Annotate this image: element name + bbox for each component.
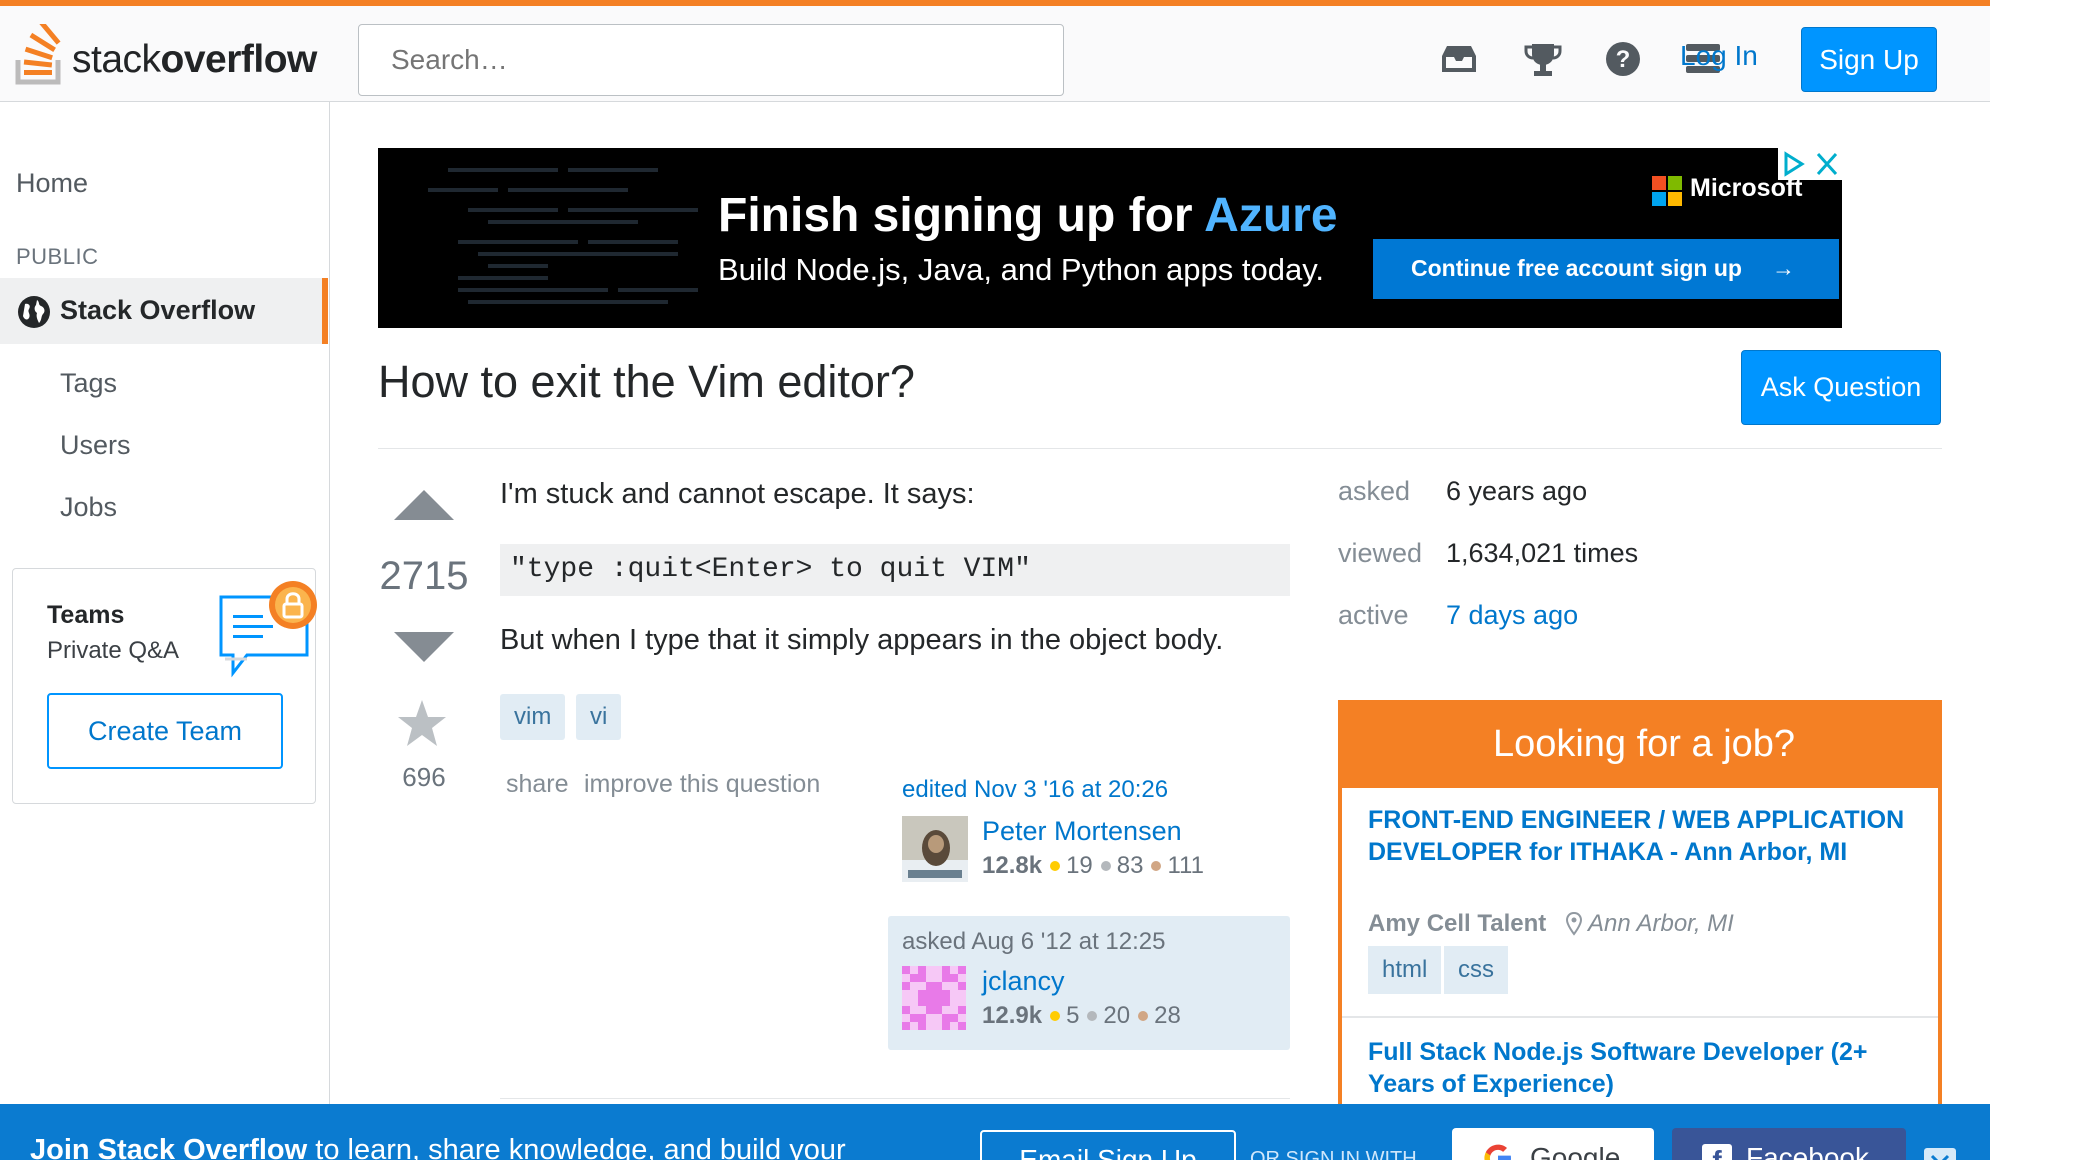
- facebook-signin-button[interactable]: f Facebook: [1672, 1128, 1906, 1160]
- downvote-arrow-icon[interactable]: [394, 632, 454, 664]
- search-input[interactable]: [358, 24, 1064, 96]
- asker-reputation: 12.9k 5 20 28: [982, 1002, 1181, 1029]
- avatar-jclancy[interactable]: [902, 966, 966, 1030]
- asker-username[interactable]: jclancy: [982, 966, 1065, 997]
- vote-count: 2715: [379, 554, 469, 598]
- job-company: Amy Cell Talent: [1368, 910, 1547, 937]
- email-signup-button[interactable]: Email Sign Up: [980, 1130, 1236, 1160]
- ad-cta-button[interactable]: Continue free account sign up →: [1373, 239, 1839, 299]
- ask-question-button[interactable]: Ask Question: [1741, 350, 1941, 425]
- nav-home[interactable]: Home: [16, 168, 88, 199]
- nav-jobs[interactable]: Jobs: [60, 492, 117, 523]
- ad-code-decoration: [428, 168, 698, 304]
- stat-viewed-value: 1,634,021 times: [1446, 538, 1639, 568]
- stat-active-label: active: [1338, 600, 1409, 630]
- job-divider: [1342, 1016, 1938, 1018]
- azure-ad-banner[interactable]: Finish signing up for Azure Build Node.j…: [378, 148, 1842, 328]
- stat-active-value[interactable]: 7 days ago: [1446, 600, 1578, 631]
- teams-chat-lock-icon: [219, 581, 317, 678]
- achievements-trophy-icon[interactable]: [1520, 36, 1566, 82]
- title-divider: [378, 448, 1942, 449]
- job-title-link[interactable]: FRONT-END ENGINEER / WEB APPLICATION DEV…: [1368, 804, 1908, 868]
- post-text-outro: But when I type that it simply appears i…: [500, 624, 1224, 656]
- nav-section-public: PUBLIC: [16, 244, 99, 269]
- share-link[interactable]: share: [506, 770, 569, 799]
- job-tag-html[interactable]: html: [1368, 946, 1442, 994]
- silver-badge-icon: [1100, 860, 1111, 871]
- gold-badge-icon: [1050, 1010, 1061, 1021]
- top-bar: stackoverflow ? Log In Sign Up: [0, 0, 1990, 102]
- bronze-badge-icon: [1151, 860, 1162, 871]
- job-title-link[interactable]: Full Stack Node.js Software Developer (2…: [1368, 1036, 1908, 1100]
- asked-time[interactable]: asked Aug 6 '12 at 12:25: [902, 928, 1165, 956]
- ad-subline: Build Node.js, Java, and Python apps tod…: [718, 252, 1325, 287]
- favorite-count: 696: [402, 762, 446, 792]
- job-location: Ann Arbor, MI: [1588, 910, 1734, 937]
- nav-stack-overflow[interactable]: Stack Overflow: [0, 278, 328, 344]
- stackoverflow-logo[interactable]: stackoverflow: [14, 19, 324, 88]
- google-signin-button[interactable]: Google: [1452, 1128, 1654, 1160]
- improve-question-link[interactable]: improve this question: [584, 770, 820, 799]
- stackoverflow-logo-icon: [15, 19, 61, 85]
- code-block: "type :quit<Enter> to quit VIM": [500, 544, 1290, 596]
- teams-promo: Teams Private Q&A Create Team: [12, 568, 317, 804]
- tag-vim[interactable]: vim: [500, 694, 566, 740]
- signup-button[interactable]: Sign Up: [1801, 27, 1937, 92]
- teams-subtitle: Private Q&A: [47, 637, 180, 664]
- upvote-arrow-icon[interactable]: [394, 488, 454, 520]
- login-link[interactable]: Log In: [1680, 40, 1758, 72]
- favorite-star-icon[interactable]: [396, 698, 448, 750]
- create-team-button[interactable]: Create Team: [47, 693, 283, 769]
- join-banner-text: Join Stack Overflow to learn, share know…: [30, 1134, 846, 1160]
- post-text-intro: I'm stuck and cannot escape. It says:: [500, 478, 975, 510]
- ad-choices-close-icon[interactable]: [1778, 148, 1842, 180]
- job-tag-css[interactable]: css: [1444, 946, 1508, 994]
- edited-time-link[interactable]: edited Nov 3 '16 at 20:26: [902, 776, 1168, 804]
- nav-tags[interactable]: Tags: [60, 368, 117, 399]
- arrow-right-icon: →: [1772, 255, 1795, 281]
- stat-asked-label: asked: [1338, 476, 1411, 506]
- close-icon[interactable]: [1924, 1148, 1956, 1160]
- editor-username[interactable]: Peter Mortensen: [982, 816, 1182, 847]
- svg-text:?: ?: [1616, 46, 1631, 73]
- join-banner: Join Stack Overflow to learn, share know…: [0, 1104, 1990, 1160]
- comments-divider: [500, 1098, 1290, 1099]
- jobs-heading[interactable]: Looking for a job?: [1342, 700, 1938, 788]
- or-sign-in-label: OR SIGN IN WITH: [1250, 1148, 1417, 1160]
- inbox-icon[interactable]: [1436, 36, 1482, 82]
- avatar-peter-mortensen[interactable]: [902, 816, 968, 882]
- question-title[interactable]: How to exit the Vim editor?: [378, 356, 915, 408]
- gold-badge-icon: [1050, 860, 1061, 871]
- help-icon[interactable]: ?: [1600, 36, 1646, 82]
- bronze-badge-icon: [1138, 1010, 1149, 1021]
- google-icon: [1484, 1144, 1511, 1160]
- silver-badge-icon: [1087, 1010, 1098, 1021]
- editor-reputation: 12.8k 19 83 111: [982, 852, 1204, 879]
- stat-viewed-label: viewed: [1338, 538, 1423, 568]
- nav-stack-overflow-label: Stack Overflow: [60, 295, 256, 325]
- location-pin-icon: [1566, 912, 1582, 936]
- globe-icon: [18, 296, 50, 328]
- nav-users[interactable]: Users: [60, 430, 131, 461]
- ad-headline: Finish signing up for Azure: [718, 189, 1338, 242]
- tag-vi[interactable]: vi: [576, 694, 622, 740]
- left-sidebar: Home PUBLIC Stack Overflow Tags Users Jo…: [0, 102, 330, 1160]
- stat-asked-value: 6 years ago: [1446, 476, 1588, 506]
- jobs-widget: Looking for a job? FRONT-END ENGINEER / …: [1338, 700, 1942, 1160]
- logo-wordmark: stackoverflow: [72, 38, 317, 81]
- teams-title: Teams: [47, 601, 125, 629]
- facebook-icon: f: [1702, 1144, 1732, 1160]
